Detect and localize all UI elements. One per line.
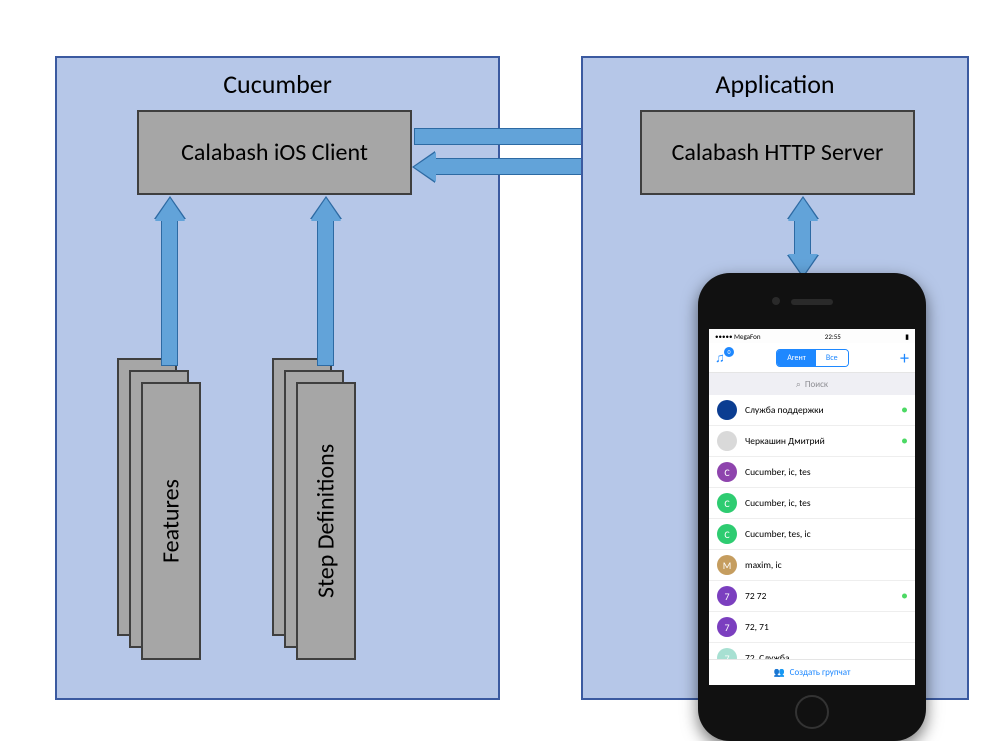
contact-row[interactable]: C Cucumber, ic, tes	[709, 457, 915, 488]
home-button[interactable]	[795, 695, 829, 729]
avatar: 7	[717, 617, 737, 637]
search-icon: ⌕	[796, 379, 801, 390]
contact-name: Черкашин Дмитрий	[745, 435, 825, 447]
online-indicator	[902, 408, 907, 413]
cucumber-panel-title: Cucumber	[57, 68, 498, 100]
application-panel: Application Calabash HTTP Server ••••• M…	[581, 56, 969, 700]
create-group-button[interactable]: 👥 Создать групчат	[709, 659, 915, 685]
contact-row[interactable]: Mmaxim, ic	[709, 550, 915, 581]
avatar: 7	[717, 586, 737, 606]
contact-row[interactable]: Служба поддержки	[709, 395, 915, 426]
calabash-server-box: Calabash HTTP Server	[640, 110, 915, 195]
contact-row[interactable]: Черкашин Дмитрий	[709, 426, 915, 457]
status-battery-icon: ▮	[905, 332, 909, 341]
avatar: C	[717, 462, 737, 482]
step-definitions-label: Step Definitions	[296, 382, 356, 660]
notifications-badge: 0	[724, 347, 734, 357]
online-indicator	[902, 594, 907, 599]
contact-name: 72 72	[745, 590, 766, 602]
segment-all[interactable]: Все	[816, 350, 848, 366]
nav-bar: ♫ 0 Агент Все +	[709, 343, 915, 373]
arrow-server-to-app	[794, 218, 811, 256]
avatar	[717, 431, 737, 451]
contact-name: Cucumber, ic, tes	[745, 466, 811, 478]
search-placeholder: Поиск	[805, 379, 828, 390]
group-icon: 👥	[773, 667, 784, 678]
contact-name: maxim, ic	[745, 559, 782, 571]
status-time: 22:55	[825, 332, 841, 341]
online-indicator	[902, 439, 907, 444]
add-icon[interactable]: +	[900, 347, 909, 369]
contact-name: Cucumber, ic, tes	[745, 497, 811, 509]
contact-row[interactable]: 7 72 72	[709, 581, 915, 612]
contact-row[interactable]: 7 72, 71	[709, 612, 915, 643]
avatar: C	[717, 524, 737, 544]
contact-name: Cucumber, tes, ic	[745, 528, 811, 540]
status-carrier: ••••• MegaFon	[715, 332, 761, 341]
features-label: Features	[141, 382, 201, 660]
calabash-server-label: Calabash HTTP Server	[672, 139, 884, 167]
arrow-features-to-client	[161, 218, 178, 366]
application-panel-title: Application	[583, 68, 967, 100]
calabash-client-label: Calabash iOS Client	[181, 139, 368, 167]
avatar: C	[717, 493, 737, 513]
status-bar: ••••• MegaFon 22:55 ▮	[709, 329, 915, 343]
arrow-steps-to-client	[317, 218, 334, 366]
iphone-device: ••••• MegaFon 22:55 ▮ ♫ 0 Агент Все + ⌕ …	[698, 273, 926, 741]
app-screen: ••••• MegaFon 22:55 ▮ ♫ 0 Агент Все + ⌕ …	[709, 329, 915, 685]
notifications-icon[interactable]: ♫ 0	[715, 350, 725, 366]
contact-name: Служба поддержки	[745, 404, 824, 416]
contact-row[interactable]: C Cucumber, ic, tes	[709, 488, 915, 519]
search-bar[interactable]: ⌕ Поиск	[709, 373, 915, 395]
calabash-client-box: Calabash iOS Client	[137, 110, 412, 195]
avatar: M	[717, 555, 737, 575]
create-group-label: Создать групчат	[790, 667, 851, 678]
segment-agent[interactable]: Агент	[777, 350, 816, 366]
segmented-control[interactable]: Агент Все	[776, 349, 848, 367]
avatar	[717, 400, 737, 420]
contact-name: 72, 71	[745, 621, 769, 633]
contacts-list: Служба поддержки Черкашин Дмитрий C Cucumbe…	[709, 395, 915, 674]
contact-row[interactable]: C Cucumber, tes, ic	[709, 519, 915, 550]
